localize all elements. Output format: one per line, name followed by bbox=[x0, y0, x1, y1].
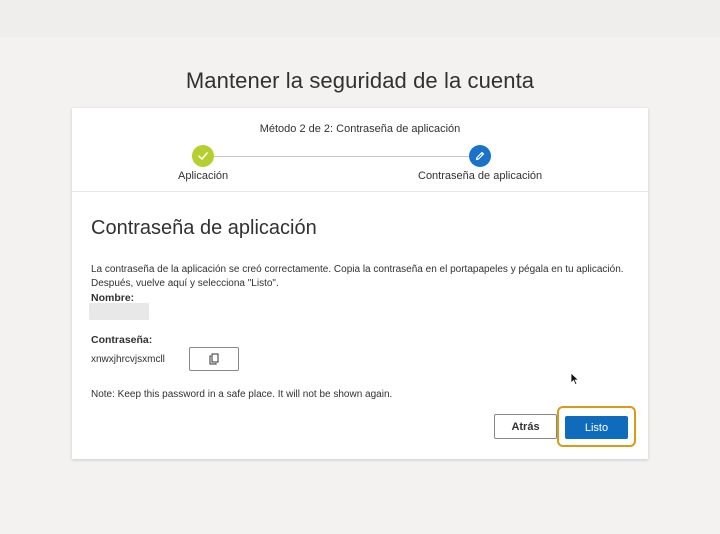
note-text: Note: Keep this password in a safe place… bbox=[91, 389, 393, 400]
step-dot-done bbox=[192, 145, 214, 167]
back-button[interactable]: Atrás bbox=[494, 414, 557, 439]
check-icon bbox=[198, 152, 208, 160]
step-connector-line bbox=[214, 156, 470, 157]
page-title: Mantener la seguridad de la cuenta bbox=[185, 68, 535, 93]
section-title: Contraseña de aplicación bbox=[91, 217, 317, 239]
step-label-app-password: Contraseña de aplicación bbox=[418, 170, 543, 182]
done-button-highlight: Listo bbox=[557, 406, 636, 447]
pencil-icon bbox=[475, 151, 485, 161]
copy-icon bbox=[209, 353, 218, 365]
stepper: Método 2 de 2: Contraseña de aplicación … bbox=[72, 108, 648, 192]
setup-card: Método 2 de 2: Contraseña de aplicación … bbox=[72, 108, 648, 459]
name-value-redacted bbox=[89, 303, 149, 320]
mouse-cursor-icon bbox=[570, 372, 580, 386]
step-heading: Método 2 de 2: Contraseña de aplicación bbox=[259, 123, 461, 135]
password-value: xnwxjhrcvjsxmcll bbox=[91, 354, 165, 365]
step-dot-current bbox=[469, 145, 491, 167]
step-label-app: Aplicación bbox=[178, 170, 229, 182]
password-label: Contraseña: bbox=[91, 334, 153, 346]
done-button[interactable]: Listo bbox=[565, 416, 628, 439]
top-bar bbox=[0, 0, 720, 37]
description-text: La contraseña de la aplicación se creó c… bbox=[91, 264, 624, 289]
copy-password-button[interactable] bbox=[189, 347, 239, 371]
